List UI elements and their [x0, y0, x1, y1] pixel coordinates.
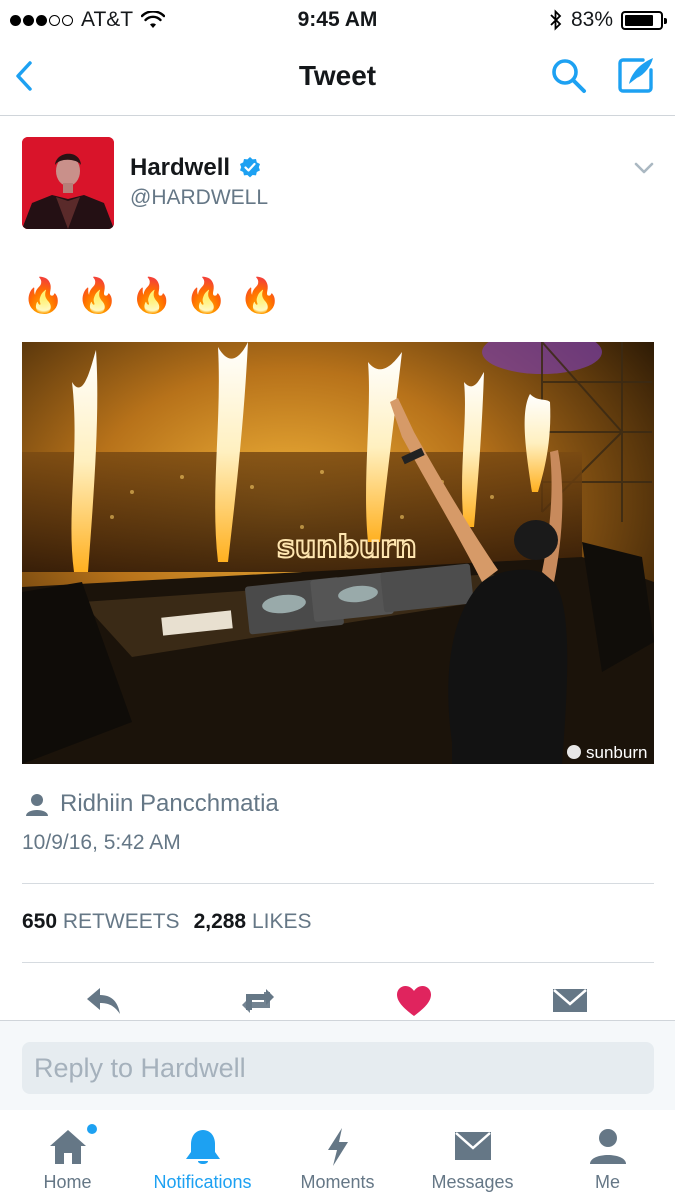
tab-messages-label: Messages	[431, 1172, 514, 1192]
status-bar: AT&T 9:45 AM 83%	[0, 0, 675, 38]
author-name[interactable]: Hardwell	[130, 154, 262, 182]
media-watermark: sunburn	[586, 743, 647, 762]
search-icon[interactable]	[549, 56, 589, 96]
banner-text: sunburn	[277, 530, 417, 565]
author-handle[interactable]: @HARDWELL	[130, 186, 268, 210]
tweet-text: 🔥🔥🔥🔥🔥	[22, 276, 294, 316]
verified-badge-icon	[240, 157, 261, 178]
bluetooth-icon	[550, 9, 562, 31]
envelope-icon	[454, 1132, 491, 1160]
reply-input[interactable]	[22, 1042, 654, 1094]
retweets-count: 650	[22, 910, 58, 933]
retweets-stat[interactable]: 650 RETWEETS	[22, 910, 180, 934]
direct-message-icon[interactable]	[550, 984, 590, 1018]
tab-moments[interactable]: Moments	[270, 1110, 405, 1200]
status-right: 83%	[549, 8, 667, 32]
tab-home[interactable]: Home	[0, 1110, 135, 1200]
concert-photo: sunburn sunburn	[22, 342, 654, 764]
tweet-timestamp: 10/9/16, 5:42 AM	[22, 831, 181, 854]
retweet-icon[interactable]	[236, 984, 280, 1018]
battery-percent: 83%	[570, 8, 613, 31]
home-icon	[49, 1130, 86, 1164]
tab-messages[interactable]: Messages	[405, 1110, 540, 1200]
person-icon	[589, 1129, 626, 1164]
tab-bar: Home Notifications Moments Messages Me	[0, 1110, 675, 1200]
tab-me-label: Me	[594, 1172, 620, 1192]
home-badge	[87, 1124, 97, 1134]
avatar[interactable]	[22, 137, 114, 229]
chevron-down-icon[interactable]	[633, 160, 655, 176]
likes-label: LIKES	[251, 910, 312, 933]
tab-notifications[interactable]: Notifications	[135, 1110, 270, 1200]
photo-tag[interactable]: Ridhiin Pancchmatia	[24, 790, 279, 818]
tab-home-label: Home	[43, 1172, 92, 1192]
tab-me[interactable]: Me	[540, 1110, 675, 1200]
retweets-label: RETWEETS	[62, 910, 180, 933]
battery-level	[625, 14, 654, 26]
person-icon	[26, 794, 48, 816]
author-name-text: Hardwell	[130, 154, 231, 181]
divider	[22, 883, 654, 884]
reply-icon[interactable]	[84, 984, 124, 1018]
lightning-icon	[327, 1128, 348, 1166]
tab-notifications-label: Notifications	[153, 1172, 252, 1192]
tab-moments-label: Moments	[300, 1172, 375, 1192]
tweet-stats: 650 RETWEETS 2,288 LIKES	[22, 910, 312, 934]
battery-icon	[621, 10, 667, 30]
like-icon[interactable]	[394, 984, 434, 1018]
likes-count: 2,288	[193, 910, 247, 933]
photo-tag-name: Ridhiin Pancchmatia	[60, 790, 279, 817]
avatar-portrait	[22, 137, 114, 229]
navigation-bar: Tweet	[0, 38, 675, 116]
bell-icon	[185, 1130, 220, 1164]
likes-stat[interactable]: 2,288 LIKES	[194, 910, 312, 934]
divider	[22, 962, 654, 963]
tweet-media-image[interactable]: sunburn sunburn	[22, 342, 654, 764]
compose-icon[interactable]	[615, 54, 657, 96]
